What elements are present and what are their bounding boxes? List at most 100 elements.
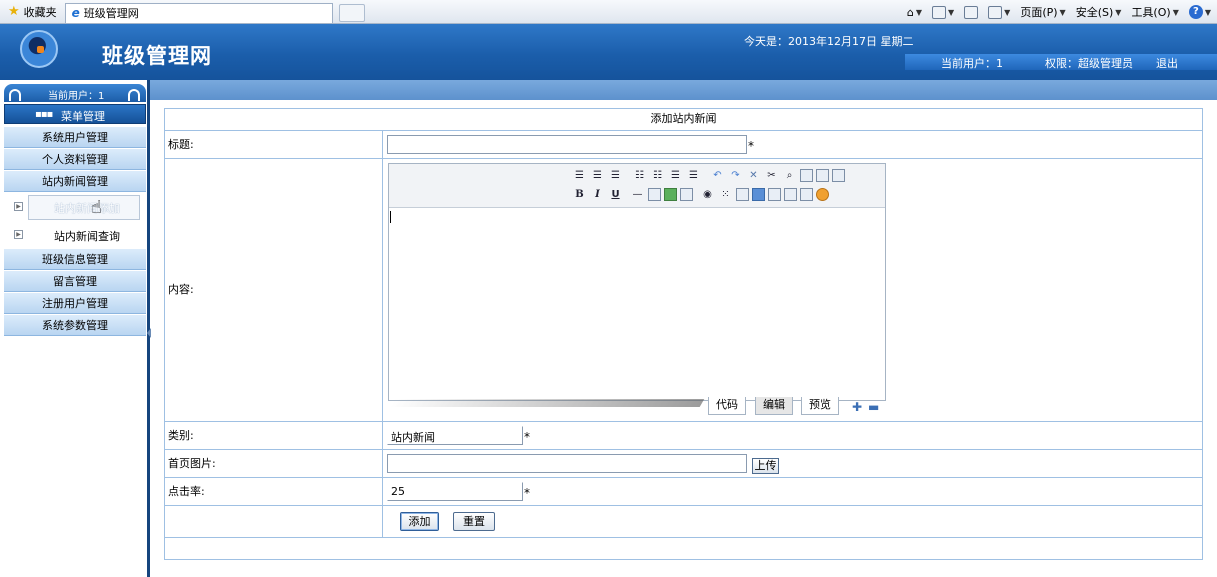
- shrink-editor-icon[interactable]: ▬: [868, 400, 879, 414]
- form-heading-row: 添加站内新闻: [165, 109, 1202, 131]
- empty-row: [165, 538, 1202, 560]
- current-user: 当前用户：1: [941, 57, 1003, 70]
- title-row: 标题: *: [165, 131, 1202, 159]
- tab-code[interactable]: 代码: [708, 397, 746, 415]
- chevron-down-icon: ▼: [948, 7, 955, 17]
- unordered-list-icon[interactable]: ☷: [650, 168, 665, 183]
- paste-icon[interactable]: [816, 169, 829, 182]
- underline-icon[interactable]: U: [608, 187, 623, 202]
- link-icon[interactable]: ◉: [700, 187, 715, 202]
- print-button[interactable]: ▼: [988, 5, 1010, 19]
- upload-button[interactable]: 上传: [752, 458, 779, 474]
- permission-level: 权限：超级管理员: [1045, 57, 1133, 70]
- print-icon[interactable]: [832, 169, 845, 182]
- editor-content-area[interactable]: [389, 209, 885, 400]
- favorites-label: 收藏夹: [23, 5, 57, 19]
- menu-title: ▪▪▪ 菜单管理: [4, 104, 146, 124]
- collapse-arrow-icon[interactable]: [147, 328, 151, 338]
- align-right-icon[interactable]: ☰: [608, 168, 623, 183]
- mail-icon: [964, 5, 979, 19]
- insert-flash-icon[interactable]: [736, 188, 749, 201]
- sidebar-item-system-users[interactable]: 系统用户管理: [4, 126, 146, 148]
- help-icon: ?: [1188, 5, 1203, 19]
- logout-link[interactable]: 退出: [1156, 55, 1178, 71]
- bold-icon[interactable]: B: [572, 187, 587, 202]
- ring-icon: [9, 89, 21, 101]
- new-tab-button[interactable]: [338, 3, 365, 22]
- horizontal-rule-icon[interactable]: —: [630, 187, 645, 202]
- content-row: 内容: ☰ ☰ ☰ ☷ ☷ ☰ ☰ ↶ ↷ ✕ ✂ ⌕ B I U — ◉ ⁙ …: [165, 159, 1202, 422]
- page-menu[interactable]: 页面(P) ▼: [1020, 4, 1065, 20]
- reset-button[interactable]: 重置: [453, 512, 495, 531]
- user-info-bar: 当前用户：1 权限：超级管理员 退出: [905, 54, 1217, 70]
- insert-web-icon[interactable]: [752, 188, 765, 201]
- expand-editor-icon[interactable]: ✚: [852, 400, 862, 414]
- insert-form-icon[interactable]: [768, 188, 781, 201]
- sidebar-subitem-news-query[interactable]: ▶ 站内新闻查询: [4, 222, 146, 248]
- insert-media-icon[interactable]: [680, 188, 693, 201]
- image-path-input[interactable]: [387, 454, 747, 473]
- chevron-down-icon: ▼: [1059, 7, 1066, 17]
- home-button[interactable]: ⌂ ▼: [907, 6, 922, 19]
- date-line: 今天是：2013年12月17日 星期二: [744, 35, 914, 48]
- hits-input[interactable]: 25: [387, 482, 523, 501]
- editor-mode-tabs: 代码 编辑 预览 ✚ ▬: [388, 397, 886, 417]
- star-icon: ★: [8, 4, 20, 19]
- insert-image-icon[interactable]: [664, 188, 677, 201]
- italic-icon[interactable]: I: [590, 187, 605, 202]
- redo-icon[interactable]: ↷: [728, 168, 743, 183]
- news-add-form: 添加站内新闻 标题: * 内容: ☰ ☰ ☰ ☷ ☷ ☰ ☰ ↶ ↷ ✕ ✂ ⌕…: [164, 108, 1203, 560]
- ie-icon: e: [71, 6, 80, 20]
- outdent-icon[interactable]: ☰: [668, 168, 683, 183]
- insert-frame-icon[interactable]: [784, 188, 797, 201]
- align-center-icon[interactable]: ☰: [590, 168, 605, 183]
- category-label: 类别:: [165, 422, 383, 449]
- cut-icon[interactable]: ✂: [764, 168, 779, 183]
- sub-item-label: 站内新闻添加: [54, 202, 120, 215]
- home-icon: ⌂: [906, 5, 914, 19]
- expand-icon: ▶: [14, 230, 23, 239]
- special-chars-icon[interactable]: ⁙: [718, 187, 733, 202]
- category-field[interactable]: 站内新闻: [387, 426, 523, 445]
- tab-preview[interactable]: 预览: [801, 397, 839, 415]
- align-left-icon[interactable]: ☰: [572, 168, 587, 183]
- site-header: 班级管理网 今天是：2013年12月17日 星期二 当前用户：1 权限：超级管理…: [0, 24, 1217, 80]
- date-icon[interactable]: [800, 188, 813, 201]
- tab-edit[interactable]: 编辑: [755, 397, 793, 415]
- browser-tab[interactable]: e 班级管理网: [64, 2, 333, 23]
- tools-menu[interactable]: 工具(O) ▼: [1131, 4, 1178, 20]
- safety-menu[interactable]: 安全(S) ▼: [1076, 4, 1122, 20]
- emoticon-icon[interactable]: [816, 188, 829, 201]
- mail-button[interactable]: [964, 5, 979, 19]
- sidebar-item-news[interactable]: 站内新闻管理: [4, 170, 146, 192]
- expand-icon: ▶: [14, 202, 23, 211]
- content-label: 内容:: [165, 159, 383, 421]
- rich-text-editor: ☰ ☰ ☰ ☷ ☷ ☰ ☰ ↶ ↷ ✕ ✂ ⌕ B I U — ◉ ⁙: [388, 163, 886, 401]
- sidebar-item-system-params[interactable]: 系统参数管理: [4, 314, 146, 336]
- sidebar-item-registered-users[interactable]: 注册用户管理: [4, 292, 146, 314]
- sidebar-user-bar: 当前用户：1: [4, 84, 146, 102]
- text-caret: [390, 211, 391, 223]
- sidebar-item-messages[interactable]: 留言管理: [4, 270, 146, 292]
- submit-button[interactable]: 添加: [400, 512, 439, 531]
- image-label: 首页图片:: [165, 450, 383, 477]
- undo-icon[interactable]: ↶: [710, 168, 725, 183]
- delete-icon[interactable]: ✕: [746, 168, 761, 183]
- image-row: 首页图片: 上传: [165, 450, 1202, 478]
- sidebar-item-class-info[interactable]: 班级信息管理: [4, 248, 146, 270]
- favorites-button[interactable]: ★ 收藏夹: [0, 0, 65, 23]
- sidebar-item-profile[interactable]: 个人资料管理: [4, 148, 146, 170]
- site-title: 班级管理网: [102, 43, 212, 68]
- ordered-list-icon[interactable]: ☷: [632, 168, 647, 183]
- find-icon[interactable]: ⌕: [782, 168, 797, 183]
- feeds-button[interactable]: ▼: [932, 5, 955, 19]
- help-button[interactable]: ? ▼: [1188, 5, 1211, 19]
- chevron-down-icon: ▼: [1172, 7, 1179, 17]
- sidebar-subitem-news-add[interactable]: ▶ 站内新闻添加 ☝: [4, 194, 146, 220]
- category-row: 类别: 站内新闻 *: [165, 422, 1202, 450]
- title-input[interactable]: [387, 135, 747, 154]
- sub-item-label: 站内新闻查询: [54, 230, 120, 243]
- insert-table-icon[interactable]: [648, 188, 661, 201]
- copy-icon[interactable]: [800, 169, 813, 182]
- indent-icon[interactable]: ☰: [686, 168, 701, 183]
